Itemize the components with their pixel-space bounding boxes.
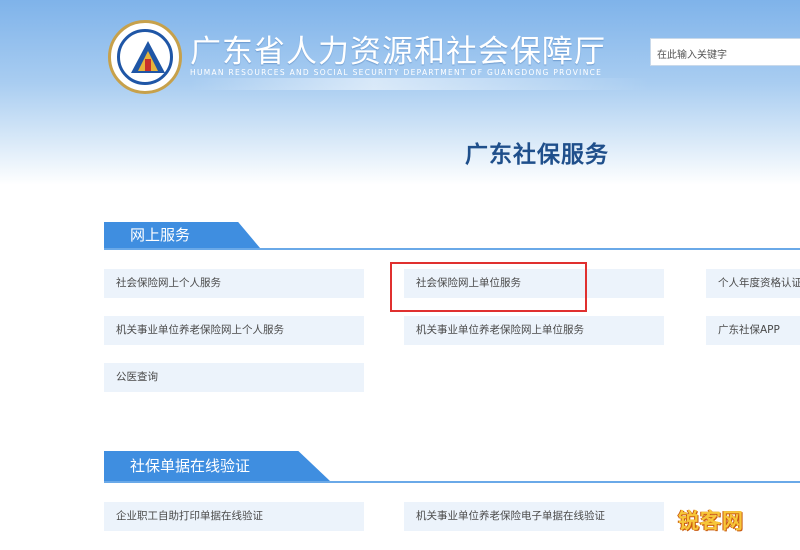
- department-emblem-icon: [108, 20, 182, 94]
- banner-light-streak: [190, 78, 650, 90]
- search-input[interactable]: 在此输入关键字: [650, 38, 800, 66]
- verify-link-employee-documents[interactable]: 企业职工自助打印单据在线验证: [104, 502, 364, 531]
- page-title: 广东社保服务: [465, 142, 609, 168]
- section-tab-document-verification: 社保单据在线验证: [104, 451, 330, 481]
- service-link-institution-unit[interactable]: 机关事业单位养老保险网上单位服务: [404, 316, 664, 345]
- site-title: 广东省人力资源和社会保障厅: [190, 34, 606, 70]
- watermark-logo: 锐客网: [678, 509, 744, 533]
- verify-link-institution-documents[interactable]: 机关事业单位养老保险电子单据在线验证: [404, 502, 664, 531]
- section-tab-online-services: 网上服务: [104, 222, 260, 248]
- service-link-institution-personal[interactable]: 机关事业单位养老保险网上个人服务: [104, 316, 364, 345]
- highlight-annotation-box: [390, 262, 587, 312]
- section-divider: [104, 248, 800, 250]
- service-link-app[interactable]: 广东社保APP: [706, 316, 800, 345]
- section-divider: [104, 481, 800, 483]
- site-subtitle: HUMAN RESOURCES AND SOCIAL SECURITY DEPA…: [190, 68, 603, 77]
- emblem-mark-icon: [131, 41, 165, 73]
- service-link-personal[interactable]: 社会保险网上个人服务: [104, 269, 364, 298]
- service-link-public-medical[interactable]: 公医查询: [104, 363, 364, 392]
- service-link-annual-certification[interactable]: 个人年度资格认证: [706, 269, 800, 298]
